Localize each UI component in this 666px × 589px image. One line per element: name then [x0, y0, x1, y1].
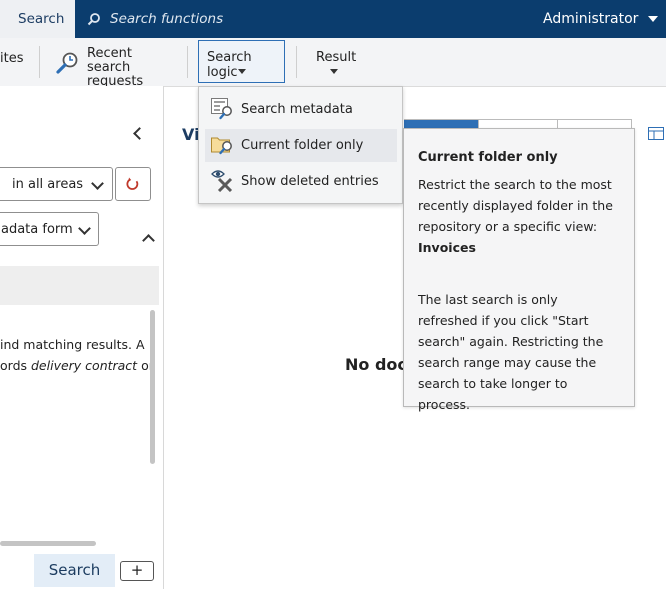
search-metadata-icon [211, 98, 232, 120]
chevron-down-icon [648, 16, 659, 22]
menu-item-label: Current folder only [241, 138, 364, 153]
vertical-scrollbar[interactable] [150, 310, 155, 464]
tooltip-spacer [418, 258, 620, 289]
user-menu[interactable]: Administrator [543, 0, 659, 38]
ribbon-favorites-button[interactable]: ites [0, 51, 23, 66]
chevron-up-icon [142, 234, 155, 247]
info-text-part: ords [0, 358, 31, 373]
search-logic-button[interactable]: Search logic [198, 40, 285, 83]
recent-search-icon [56, 52, 78, 74]
menu-item-search-metadata[interactable]: Search metadata [205, 93, 397, 126]
recent-search-requests-button[interactable]: Recent search requests [52, 42, 176, 89]
info-text-italic: delivery contract [31, 358, 138, 373]
search-scope-select[interactable]: in all areas [0, 167, 113, 201]
user-name: Administrator [543, 11, 639, 27]
result-label: Result [316, 50, 357, 65]
collapse-section-button[interactable] [142, 234, 155, 247]
search-info-text: ind matching results. A ords delivery co… [0, 334, 154, 376]
recent-search-label-1: Recent search [87, 46, 132, 75]
menu-item-label: Show deleted entries [241, 174, 379, 189]
search-icon [87, 13, 100, 26]
tab-search[interactable]: Search [0, 0, 75, 38]
reset-button[interactable] [115, 167, 151, 201]
search-functions-placeholder: Search functions [110, 11, 224, 27]
info-line-1: ind matching results. A [0, 337, 145, 352]
tooltip-current-folder-only: Current folder only Restrict the search … [403, 128, 635, 412]
tooltip-view-name: Invoices [418, 240, 476, 255]
chevron-down-icon [238, 69, 246, 74]
folder-search-icon [211, 137, 232, 155]
search-button[interactable]: Search [34, 554, 115, 587]
info-line-2: ords delivery contract or [0, 355, 154, 376]
tooltip-note: The last search is only refreshed if you… [418, 292, 604, 412]
search-logic-label: Search logic [207, 50, 252, 80]
ribbon-favorites-label: ites [0, 51, 24, 66]
menu-item-show-deleted-entries[interactable]: Show deleted entries [205, 165, 397, 198]
search-logic-menu: Search metadata Current folder only Show… [198, 86, 403, 204]
tooltip-description: Restrict the search to the most recently… [418, 177, 613, 234]
section-header [0, 266, 159, 305]
metadata-form-select[interactable]: adata form [0, 212, 99, 246]
tab-search-label: Search [18, 11, 65, 27]
menu-item-current-folder-only[interactable]: Current folder only [205, 129, 397, 162]
chevron-down-icon [91, 177, 104, 190]
menu-item-label: Search metadata [241, 102, 353, 117]
search-functions-field[interactable]: Search functions [87, 0, 223, 38]
ribbon-divider [296, 46, 297, 78]
collapse-panel-button[interactable] [133, 127, 146, 140]
reset-icon [126, 177, 139, 190]
view-title: Vi [182, 125, 200, 144]
show-deleted-icon [211, 170, 233, 192]
chevron-down-icon [330, 69, 338, 74]
chevron-left-icon [133, 127, 146, 140]
horizontal-scrollbar[interactable] [0, 541, 96, 546]
columns-icon[interactable] [648, 127, 664, 140]
no-documents-message: No doc [345, 355, 407, 374]
metadata-form-value: adata form [1, 221, 73, 237]
search-scope-value: in all areas [12, 176, 84, 192]
ribbon-divider [39, 46, 40, 78]
ribbon-divider [187, 46, 188, 78]
add-criterion-button[interactable]: + [120, 561, 154, 581]
chevron-down-icon [78, 222, 91, 235]
tooltip-title: Current folder only [418, 150, 558, 165]
result-button[interactable]: Result [308, 42, 360, 82]
